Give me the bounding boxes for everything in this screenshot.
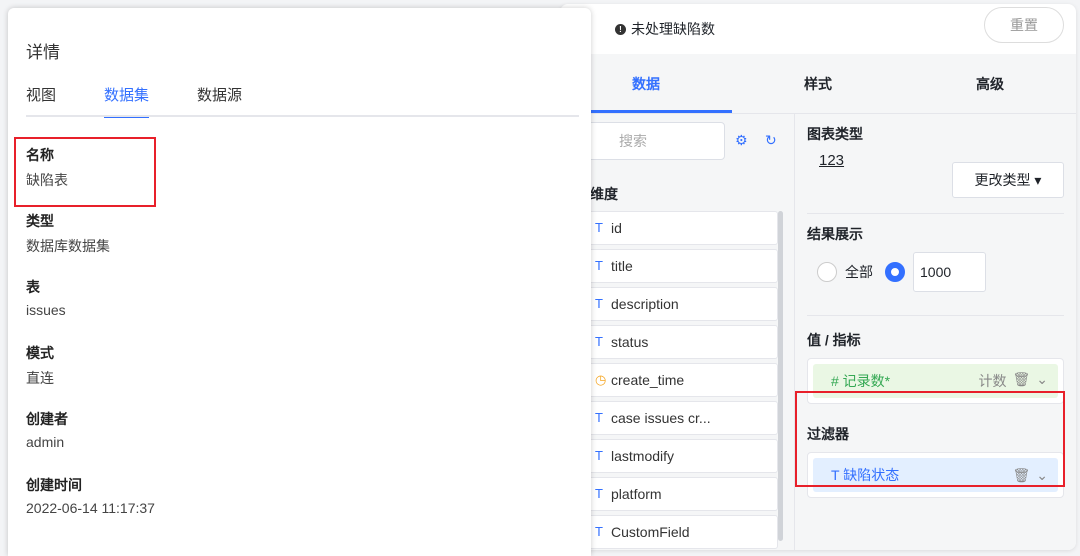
reset-button[interactable]: 重置 bbox=[984, 7, 1064, 43]
radio-all-label: 全部 bbox=[845, 264, 873, 280]
field-item[interactable]: T CustomField bbox=[580, 515, 778, 549]
field-item[interactable]: Tplatform bbox=[580, 477, 778, 511]
tab-datasource[interactable]: 数据源 bbox=[197, 84, 242, 118]
tab-style[interactable]: 样式 bbox=[732, 54, 904, 113]
tab-view[interactable]: 视图 bbox=[26, 84, 56, 118]
field-name: title bbox=[611, 258, 633, 274]
property-key: 创建时间 bbox=[26, 477, 82, 493]
field-name: lastmodify bbox=[611, 448, 675, 464]
tab-dataset[interactable]: 数据集 bbox=[104, 84, 150, 118]
trash-icon[interactable]: 🗑 bbox=[1012, 371, 1030, 391]
field-name: create_time bbox=[611, 372, 685, 388]
value-item-name: # 记录数* bbox=[831, 373, 891, 389]
chart-type-value: 123 bbox=[819, 152, 845, 169]
text-type-icon: T bbox=[595, 448, 603, 463]
field-search-input[interactable]: 搜索 bbox=[580, 122, 725, 160]
editor-tabs: 数据 样式 高级 bbox=[560, 54, 1076, 114]
field-item[interactable]: Tlastmodify bbox=[580, 439, 778, 473]
field-name: case issues cr... bbox=[611, 410, 711, 426]
chart-type-label: 图表类型 bbox=[807, 126, 863, 142]
clock-icon: ◷ bbox=[595, 372, 607, 387]
detail-property: 创建者 admin bbox=[26, 409, 68, 450]
property-value: admin bbox=[26, 434, 65, 450]
text-type-icon: T bbox=[595, 296, 603, 311]
field-name: CustomField bbox=[611, 524, 690, 540]
result-count-input[interactable]: 1000 bbox=[913, 252, 986, 292]
text-type-icon: T bbox=[595, 524, 603, 539]
text-type-icon: T bbox=[595, 220, 603, 235]
property-value: 数据库数据集 bbox=[26, 238, 110, 254]
property-value: 直连 bbox=[26, 370, 54, 386]
refresh-icon[interactable]: ↻ bbox=[765, 132, 777, 149]
field-name: status bbox=[611, 334, 649, 350]
field-item[interactable]: Tcase issues cr... bbox=[580, 401, 778, 435]
chart-title: 未处理缺陷数 bbox=[631, 21, 715, 37]
field-item[interactable]: Ttitle bbox=[580, 249, 778, 283]
property-value: 2022-06-14 11:17:37 bbox=[26, 500, 155, 516]
text-type-icon: T bbox=[595, 486, 603, 501]
property-value: issues bbox=[26, 302, 66, 318]
tab-divider bbox=[26, 115, 579, 117]
gear-icon[interactable]: ⚙ bbox=[735, 132, 748, 149]
text-type-icon: T bbox=[595, 410, 603, 425]
field-item[interactable]: Tid bbox=[580, 211, 778, 245]
value-label: 值 / 指标 bbox=[807, 332, 861, 348]
field-list: Tid Ttitle Tdescription Tstatus ◷ create_time… bbox=[580, 211, 778, 550]
property-key: 创建者 bbox=[26, 411, 68, 427]
details-title: 详情 bbox=[26, 43, 60, 62]
chevron-down-icon[interactable]: ⌄ bbox=[1036, 371, 1048, 391]
change-type-dropdown[interactable]: 更改类型 ▾ bbox=[952, 162, 1064, 198]
field-list-scrollbar[interactable] bbox=[778, 211, 783, 541]
field-name: id bbox=[611, 220, 622, 236]
details-tabs: 视图 数据集 数据源 bbox=[26, 84, 290, 118]
detail-property: 模式 直连 bbox=[26, 343, 54, 388]
field-item[interactable]: ◷ create_time bbox=[580, 363, 778, 397]
dimension-label: 维度 bbox=[590, 186, 618, 202]
info-icon: ! bbox=[615, 23, 626, 35]
tab-advanced[interactable]: 高级 bbox=[904, 54, 1076, 113]
result-label: 结果展示 bbox=[807, 226, 863, 242]
field-panel: 搜索 ⚙ ↻ 维度 Tid Ttitle Tdescription Tstatus ◷ c… bbox=[560, 114, 795, 550]
radio-all[interactable] bbox=[817, 262, 837, 282]
field-item[interactable]: Tdescription bbox=[580, 287, 778, 321]
property-key: 类型 bbox=[26, 213, 54, 229]
text-type-icon: T bbox=[595, 334, 603, 349]
field-name: platform bbox=[611, 486, 662, 502]
value-aggregation[interactable]: 计数 bbox=[978, 371, 1006, 391]
highlight-box-name bbox=[14, 137, 156, 207]
radio-count[interactable] bbox=[885, 262, 905, 282]
detail-property: 创建时间 2022-06-14 11:17:37 bbox=[26, 475, 155, 516]
detail-property: 表 issues bbox=[26, 277, 66, 318]
field-name: description bbox=[611, 296, 679, 312]
property-key: 表 bbox=[26, 279, 40, 295]
field-item[interactable]: Tstatus bbox=[580, 325, 778, 359]
property-key: 模式 bbox=[26, 345, 54, 361]
text-type-icon: T bbox=[595, 258, 603, 273]
detail-property: 类型 数据库数据集 bbox=[26, 211, 110, 256]
highlight-box-filter bbox=[795, 391, 1065, 487]
details-popup: 详情 视图 数据集 数据源 名称 缺陷表 类型 数据库数据集表 issues 模式 直连 创建… bbox=[8, 8, 591, 556]
